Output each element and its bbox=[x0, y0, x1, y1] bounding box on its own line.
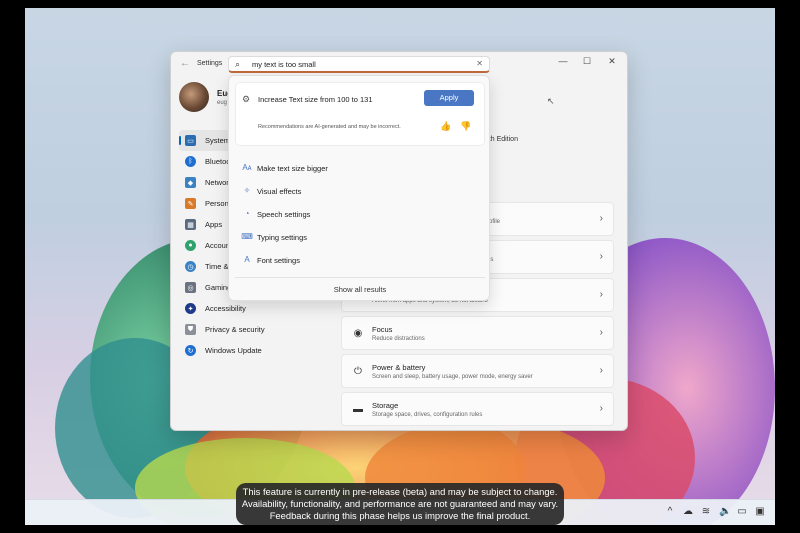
back-arrow-icon[interactable]: ← bbox=[180, 58, 190, 69]
chevron-right-icon: › bbox=[599, 403, 603, 414]
search-results-dropdown: ⚙ Increase Text size from 100 to 131 App… bbox=[228, 75, 490, 301]
speech-icon: ◔ bbox=[244, 209, 250, 218]
settings-card-focus[interactable]: ◉ Focus Reduce distractions › bbox=[341, 316, 614, 350]
result-label: Speech settings bbox=[257, 210, 311, 219]
user-email: eug bbox=[217, 100, 228, 106]
thumbs-up-icon[interactable]: 👍 bbox=[440, 121, 451, 132]
chevron-right-icon: › bbox=[599, 327, 603, 338]
minimize-button[interactable]: — bbox=[553, 56, 573, 66]
avatar[interactable] bbox=[179, 82, 209, 112]
caption-line: Availability, functionality, and perform… bbox=[241, 498, 559, 509]
settings-window: ← Settings — ☐ ✕ Eug eug ▭ System ᛒ Blue… bbox=[170, 51, 628, 431]
search-result-item[interactable]: ✧ Visual effects bbox=[235, 181, 485, 203]
app-title: Settings bbox=[197, 60, 223, 67]
font-icon: A bbox=[244, 255, 250, 264]
ai-recommendation-card: ⚙ Increase Text size from 100 to 131 App… bbox=[235, 82, 485, 146]
bluetooth-icon: ᛒ bbox=[185, 156, 196, 167]
ai-disclaimer: Recommendations are AI-generated and may… bbox=[258, 124, 401, 130]
power-icon: ⏻ bbox=[354, 366, 362, 377]
card-title: Power & battery bbox=[372, 363, 426, 372]
sidebar-item-accessibility[interactable]: ✦ Accessibility bbox=[179, 298, 339, 319]
result-label: Typing settings bbox=[257, 233, 308, 242]
wifi-icon[interactable]: ≋ bbox=[701, 506, 711, 517]
chevron-right-icon: › bbox=[599, 365, 603, 376]
sidebar-item-label: Privacy & security bbox=[205, 325, 265, 334]
divider bbox=[235, 277, 485, 278]
clock-icon: ◷ bbox=[185, 261, 196, 272]
maximize-button[interactable]: ☐ bbox=[577, 56, 597, 67]
caption-overlay: This feature is currently in pre-release… bbox=[236, 483, 564, 525]
battery-icon[interactable]: ▭ bbox=[737, 506, 747, 517]
sidebar-item-label: Time & bbox=[205, 262, 229, 271]
search-query: my text is too small bbox=[252, 60, 316, 69]
search-result-item[interactable]: ⌨ Typing settings bbox=[235, 227, 485, 249]
thumbs-down-icon[interactable]: 👎 bbox=[460, 121, 471, 132]
visual-effects-icon: ✧ bbox=[243, 186, 251, 195]
person-icon: ● bbox=[185, 240, 196, 251]
search-result-item[interactable]: Aᴀ Make text size bigger bbox=[235, 158, 485, 180]
apps-icon: ▦ bbox=[185, 219, 196, 230]
text-size-icon: Aᴀ bbox=[242, 163, 252, 172]
accessibility-icon: ✦ bbox=[185, 303, 196, 314]
speaker-icon[interactable]: 🔈 bbox=[719, 506, 731, 517]
gamepad-icon: ◎ bbox=[185, 282, 196, 293]
wifi-icon: ◆ bbox=[185, 177, 196, 188]
search-result-item[interactable]: ◔ Speech settings bbox=[235, 204, 485, 226]
storage-icon: ▬ bbox=[353, 404, 363, 415]
sidebar-item-label: Bluetoo bbox=[205, 157, 231, 166]
caption-line: This feature is currently in pre-release… bbox=[242, 486, 558, 497]
card-subtitle: Reduce distractions bbox=[372, 336, 425, 342]
sidebar-item-windows-update[interactable]: ↻ Windows Update bbox=[179, 340, 339, 361]
chevron-up-icon[interactable]: ^ bbox=[665, 506, 675, 517]
monitor-icon: ▭ bbox=[185, 135, 196, 146]
card-title: Storage bbox=[372, 401, 399, 410]
brush-icon: ✎ bbox=[185, 198, 196, 209]
result-label: Visual effects bbox=[257, 187, 302, 196]
sidebar-item-label: System bbox=[205, 136, 231, 145]
result-label: Make text size bigger bbox=[257, 164, 328, 173]
show-all-results-link[interactable]: Show all results bbox=[229, 285, 491, 294]
chevron-right-icon: › bbox=[599, 289, 603, 300]
chevron-right-icon: › bbox=[599, 251, 603, 262]
sidebar-item-privacy[interactable]: ⛊ Privacy & security bbox=[179, 319, 339, 340]
result-label: Font settings bbox=[257, 256, 300, 265]
sidebar-item-label: Apps bbox=[205, 220, 223, 229]
mouse-cursor-icon: ↖ bbox=[547, 96, 555, 106]
clear-search-button[interactable]: ✕ bbox=[476, 59, 483, 68]
system-tray: ^ ☁ ≋ 🔈 ▭ ▣ bbox=[665, 506, 765, 517]
chevron-right-icon: › bbox=[599, 213, 603, 224]
cloud-icon[interactable]: ☁ bbox=[683, 506, 693, 517]
sidebar-item-label: Accessibility bbox=[205, 304, 246, 313]
card-subtitle: Storage space, drives, configuration rul… bbox=[372, 412, 483, 418]
search-result-item[interactable]: A Font settings bbox=[235, 250, 485, 272]
focus-icon: ◉ bbox=[353, 328, 363, 339]
card-title: Focus bbox=[372, 325, 393, 334]
card-subtitle: Screen and sleep, battery usage, power m… bbox=[372, 374, 533, 380]
gear-icon: ⚙ bbox=[242, 94, 251, 104]
search-icon: ⌕ bbox=[235, 59, 241, 69]
keyboard-icon: ⌨ bbox=[241, 232, 253, 241]
sidebar-item-label: Windows Update bbox=[205, 346, 262, 355]
settings-card-storage[interactable]: ▬ Storage Storage space, drives, configu… bbox=[341, 392, 614, 426]
recommendation-title: Increase Text size from 100 to 131 bbox=[258, 95, 373, 104]
notification-icon[interactable]: ▣ bbox=[755, 506, 765, 517]
search-input[interactable]: ⌕ my text is too small ✕ bbox=[228, 56, 490, 73]
close-button[interactable]: ✕ bbox=[602, 56, 622, 67]
apply-button[interactable]: Apply bbox=[424, 90, 474, 106]
caption-line: Feedback during this phase helps us impr… bbox=[269, 510, 531, 521]
settings-card-power[interactable]: ⏻ Power & battery Screen and sleep, batt… bbox=[341, 354, 614, 388]
shield-icon: ⛊ bbox=[185, 324, 196, 335]
update-icon: ↻ bbox=[185, 345, 196, 356]
